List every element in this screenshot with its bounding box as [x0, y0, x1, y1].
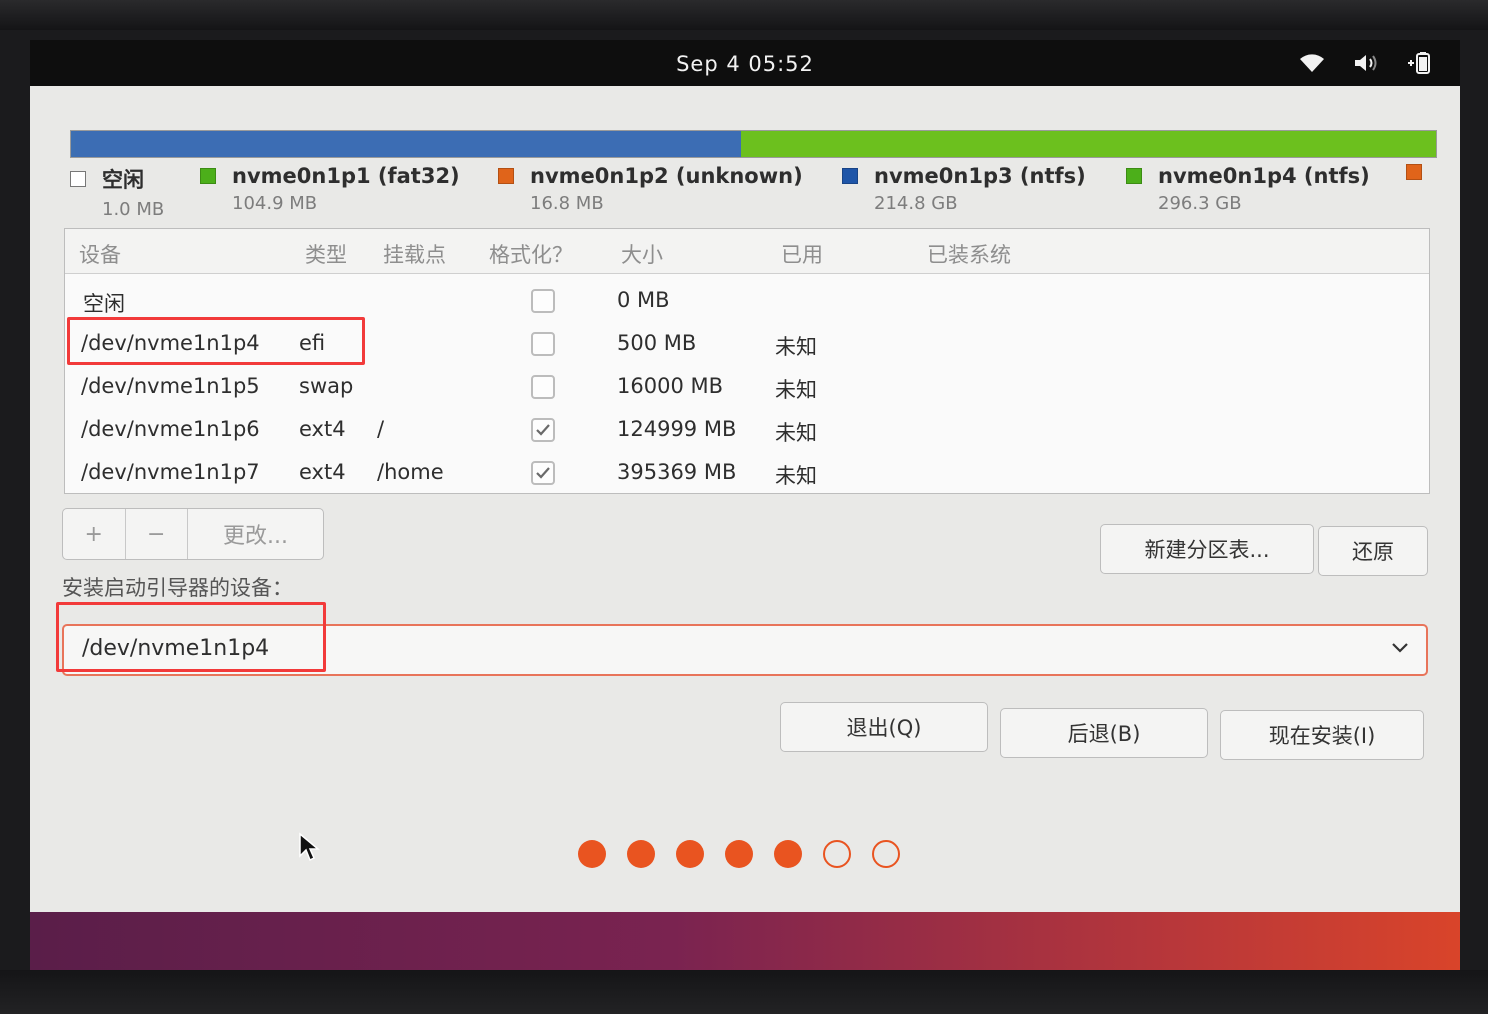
column-header-device[interactable]: 设备: [79, 239, 121, 269]
cell-mount: /home: [377, 460, 444, 484]
format-checkbox[interactable]: [531, 289, 555, 313]
mouse-cursor-icon: [299, 832, 320, 862]
format-checkbox[interactable]: [531, 375, 555, 399]
legend-name: nvme0n1p1 (fat32): [232, 164, 460, 188]
cell-size: 500 MB: [617, 331, 697, 355]
cell-mount: /: [377, 417, 385, 441]
cell-used: 未知: [775, 335, 817, 359]
progress-dot-done: [578, 840, 606, 868]
legend-item-p4: nvme0n1p4 (ntfs) 296.3 GB: [1126, 164, 1370, 214]
column-header-size[interactable]: 大小: [621, 239, 663, 269]
legend-item-more: [1406, 164, 1438, 180]
legend-size: 1.0 MB: [102, 199, 165, 220]
cell-device: 空闲: [83, 292, 125, 316]
monitor-bezel-bottom: [0, 970, 1488, 1014]
partition-table[interactable]: 设备 类型 挂载点 格式化？ 大小 已用 已装系统 空闲 0 MB /dev/n…: [64, 228, 1430, 494]
table-row[interactable]: /dev/nvme1n1p7 ext4 /home 395369 MB 未知: [65, 451, 1429, 495]
progress-dot-done: [774, 840, 802, 868]
progress-dot-done: [725, 840, 753, 868]
cell-used: 未知: [775, 421, 817, 445]
legend-swatch: [70, 171, 86, 187]
cell-used: 未知: [775, 464, 817, 488]
legend-swatch: [1126, 168, 1142, 184]
table-header: 设备 类型 挂载点 格式化？ 大小 已用 已装系统: [65, 229, 1429, 274]
cell-size: 395369 MB: [617, 460, 737, 484]
top-bar: Sep 4 05:52: [30, 40, 1460, 86]
add-partition-button[interactable]: +: [63, 509, 126, 559]
progress-dots: [578, 840, 900, 868]
desktop-wallpaper-strip: [30, 912, 1460, 970]
legend-name: nvme0n1p2 (unknown): [530, 164, 803, 188]
chevron-down-icon: [1392, 643, 1408, 653]
legend-item-p2: nvme0n1p2 (unknown) 16.8 MB: [498, 164, 803, 214]
cell-size: 124999 MB: [617, 417, 737, 441]
table-row[interactable]: /dev/nvme1n1p5 swap 16000 MB 未知: [65, 365, 1429, 409]
legend-item-p1: nvme0n1p1 (fat32) 104.9 MB: [200, 164, 460, 214]
volume-icon: [1348, 48, 1384, 78]
clock[interactable]: Sep 4 05:52: [30, 52, 1460, 76]
legend-name: 空闲: [102, 168, 144, 192]
cell-used: 未知: [775, 378, 817, 402]
legend-swatch: [1406, 164, 1422, 180]
format-checkbox[interactable]: [531, 332, 555, 356]
legend-name: nvme0n1p3 (ntfs): [874, 164, 1086, 188]
new-partition-table-button[interactable]: 新建分区表...: [1100, 524, 1314, 574]
partition-bar-segment: [75, 131, 742, 157]
legend-size: 16.8 MB: [530, 193, 604, 214]
revert-button[interactable]: 还原: [1318, 526, 1428, 576]
install-now-button[interactable]: 现在安装(I): [1220, 710, 1424, 760]
legend-size: 214.8 GB: [874, 193, 958, 214]
column-header-mount[interactable]: 挂载点: [383, 239, 446, 269]
boot-loader-label: 安装启动引导器的设备：: [62, 576, 293, 600]
cell-device: /dev/nvme1n1p6: [81, 417, 260, 441]
format-checkbox-checked[interactable]: [531, 418, 555, 442]
cell-type: swap: [299, 374, 354, 398]
monitor-bezel-top: [0, 0, 1488, 30]
cell-size: 0 MB: [617, 288, 670, 312]
cell-size: 16000 MB: [617, 374, 724, 398]
column-header-used[interactable]: 已用: [781, 239, 823, 269]
table-row[interactable]: /dev/nvme1n1p6 ext4 / 124999 MB 未知: [65, 408, 1429, 452]
quit-button[interactable]: 退出(Q): [780, 702, 988, 752]
battery-icon: [1402, 48, 1438, 78]
format-checkbox-checked[interactable]: [531, 461, 555, 485]
legend-item-free: 空闲 1.0 MB: [70, 164, 164, 220]
screen: Sep 4 05:52 空闲 1.0 MB nvme0n1p1 (fat32) …: [30, 40, 1460, 970]
legend-name: nvme0n1p4 (ntfs): [1158, 164, 1370, 188]
legend-size: 296.3 GB: [1158, 193, 1242, 214]
legend-swatch: [842, 168, 858, 184]
highlight-box-boot-device: [56, 602, 326, 672]
checkmark-icon: [536, 467, 550, 479]
column-header-system[interactable]: 已装系统: [927, 239, 1011, 269]
wifi-icon: [1294, 48, 1330, 78]
partition-legend: 空闲 1.0 MB nvme0n1p1 (fat32) 104.9 MB nvm…: [66, 164, 1446, 224]
cell-type: ext4: [299, 417, 346, 441]
progress-dot-pending: [823, 840, 851, 868]
column-header-type[interactable]: 类型: [305, 239, 347, 269]
back-button[interactable]: 后退(B): [1000, 708, 1208, 758]
highlight-box-efi: [67, 317, 365, 365]
cell-device: /dev/nvme1n1p5: [81, 374, 260, 398]
legend-swatch: [200, 168, 216, 184]
system-tray[interactable]: [1294, 48, 1438, 78]
progress-dot-pending: [872, 840, 900, 868]
partition-bar-segment: [741, 131, 1436, 157]
progress-dot-done: [676, 840, 704, 868]
legend-size: 104.9 MB: [232, 193, 318, 214]
legend-item-p3: nvme0n1p3 (ntfs) 214.8 GB: [842, 164, 1086, 214]
legend-swatch: [498, 168, 514, 184]
cell-device: /dev/nvme1n1p7: [81, 460, 260, 484]
progress-dot-done: [627, 840, 655, 868]
change-partition-button[interactable]: 更改...: [188, 509, 323, 559]
partition-edit-buttons: + − 更改...: [62, 508, 324, 560]
checkmark-icon: [536, 424, 550, 436]
column-header-format[interactable]: 格式化？: [489, 239, 573, 269]
cell-type: ext4: [299, 460, 346, 484]
partition-usage-bar: [70, 130, 1437, 158]
remove-partition-button[interactable]: −: [126, 509, 189, 559]
